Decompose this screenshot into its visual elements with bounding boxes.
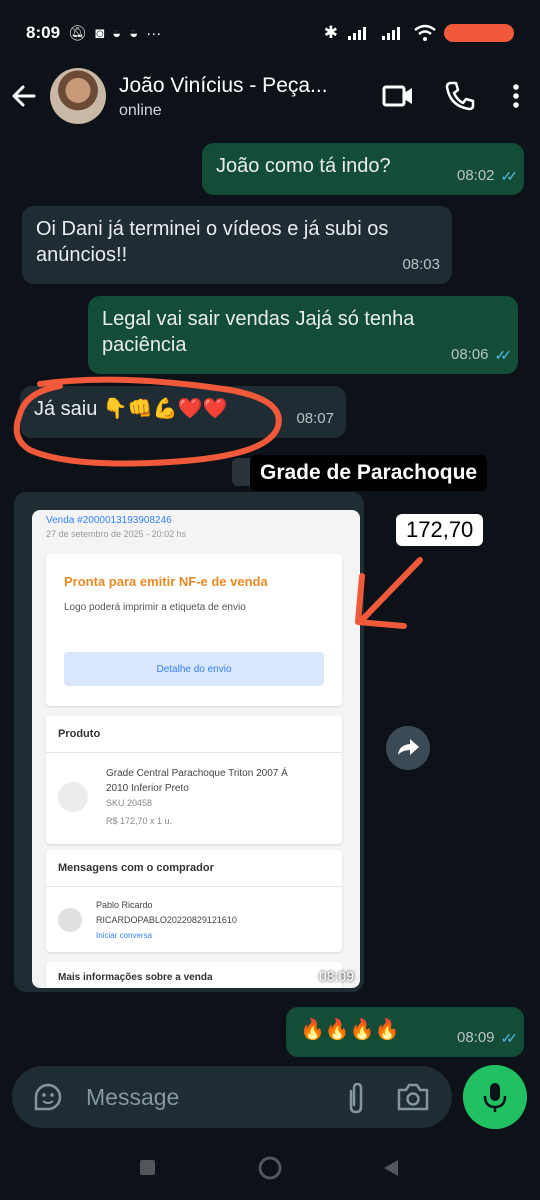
attachment-icon[interactable] — [344, 1081, 368, 1115]
sale-receipt-image: Venda #2000013193908246 27 de setembro d… — [32, 510, 360, 988]
grade-annotation-label: Grade de Parachoque — [250, 455, 488, 491]
more-notifications-icon: ··· — [146, 24, 162, 42]
app-notification-icon: ◙ — [95, 24, 105, 42]
price-annotation-label: 172,70 — [396, 514, 484, 546]
status-subtitle: Logo poderá imprimir a etiqueta de envio — [64, 602, 246, 613]
status-bar: 8:09 🔕︎ ◙ ◒ ◒ ··· ✱ — [0, 0, 540, 66]
back-nav-icon — [384, 1160, 398, 1176]
status-card: Pronta para emitir NF-e de venda Logo po… — [46, 554, 342, 706]
contact-name[interactable]: João Vinícius - Peça... — [119, 74, 328, 98]
message-time: 08:07 — [296, 410, 334, 427]
more-info-heading: Mais informações sobre a venda — [58, 972, 213, 983]
buyer-name: Pablo Ricardo — [96, 900, 153, 910]
image-message[interactable]: Venda #2000013193908246 27 de setembro d… — [14, 492, 364, 992]
contact-status: online — [119, 102, 162, 119]
message-text: Legal vai sair vendas Jajá só tenha paci… — [102, 308, 415, 356]
product-name: Grade Central Parachoque Triton 2007 Á 2… — [106, 766, 288, 829]
status-title: Pronta para emitir NF-e de venda — [64, 574, 268, 589]
message-meta: 08:07 — [296, 406, 334, 432]
message-bubble-incoming[interactable]: Oi Dani já terminei o vídeos e já subi o… — [22, 206, 452, 284]
message-meta: 08:03 — [402, 252, 440, 278]
message-list[interactable]: João como tá indo? 08:02 ✓✓ Oi Dani já te… — [0, 128, 540, 1060]
car-thumbnail-icon — [58, 782, 88, 812]
message-bubble-outgoing[interactable]: 🔥🔥🔥🔥 08:09 ✓✓ — [286, 1007, 524, 1057]
product-card: Produto Grade Central Parachoque Triton … — [46, 716, 342, 844]
divider — [46, 752, 342, 753]
message-meta: 08:09 ✓✓ — [456, 1025, 519, 1051]
message-bubble-incoming[interactable]: Já saiu 👇👊💪❤️❤️ 08:07 — [20, 386, 346, 438]
system-navigation-bar — [140, 1156, 398, 1180]
buyer-info: Pablo Ricardo RICARDOPABLO20220829121610… — [96, 898, 237, 943]
back-arrow-icon[interactable] — [8, 80, 40, 112]
message-time: 08:06 — [450, 346, 489, 363]
camera-icon[interactable] — [396, 1082, 430, 1112]
more-options-icon[interactable] — [506, 78, 526, 114]
messages-heading: Mensagens com o comprador — [58, 862, 214, 874]
product-sku: SKU 20458 — [106, 798, 153, 808]
app-notification-icon: ◒ — [112, 24, 122, 42]
home-icon — [258, 1156, 282, 1180]
signal-icon — [348, 27, 366, 40]
message-time: 08:02 — [456, 167, 495, 184]
voice-call-icon[interactable] — [442, 78, 478, 114]
message-bubble-outgoing[interactable]: João como tá indo? 08:02 ✓✓ — [202, 143, 524, 195]
message-time: 08:09 — [318, 968, 354, 984]
status-time: 8:09 — [26, 23, 61, 42]
message-text: 🔥🔥🔥🔥 — [300, 1019, 400, 1041]
message-text: João como tá indo? — [216, 155, 391, 177]
recents-icon — [140, 1160, 155, 1175]
start-chat-link: Iniciar conversa — [96, 931, 153, 940]
message-time: 08:03 — [402, 256, 440, 273]
sticker-icon[interactable] — [32, 1081, 64, 1113]
divider — [46, 886, 342, 887]
order-number: Venda #2000013193908246 — [46, 515, 172, 526]
wifi-icon — [414, 24, 436, 41]
mute-notifications-icon: 🔕︎ — [68, 25, 88, 42]
product-name-line: 2010 Inferior Preto — [106, 783, 189, 794]
product-price: R$ 172,70 x 1 u. — [106, 816, 173, 826]
chat-header: João Vinícius - Peça... online — [0, 66, 540, 128]
buyer-username: RICARDOPABLO20220829121610 — [96, 915, 237, 925]
more-info-card: Mais informações sobre a venda — [46, 962, 342, 988]
video-call-icon[interactable] — [380, 78, 416, 114]
signal-icon — [382, 27, 400, 40]
message-bubble-outgoing[interactable]: Legal vai sair vendas Jajá só tenha paci… — [88, 296, 518, 374]
message-text: Oi Dani já terminei o vídeos e já subi o… — [36, 218, 389, 266]
message-meta: 08:06 ✓✓ — [450, 342, 513, 368]
read-receipt-icon: ✓✓ — [494, 347, 513, 363]
read-receipt-icon: ✓✓ — [500, 1030, 519, 1046]
app-notification-icon: ◒ — [129, 24, 139, 42]
message-composer: Message — [12, 1066, 452, 1128]
forward-icon[interactable] — [386, 726, 430, 770]
order-date: 27 de setembro de 2025 - 20:02 hs — [46, 529, 187, 539]
read-receipt-icon: ✓✓ — [500, 168, 519, 184]
product-name-line: Grade Central Parachoque Triton 2007 Á — [106, 768, 288, 779]
buyer-avatar — [58, 908, 82, 932]
shipping-detail-button: Detalhe do envio — [64, 652, 324, 686]
buyer-messages-card: Mensagens com o comprador Pablo Ricardo … — [46, 850, 342, 952]
message-time: 08:09 — [456, 1029, 495, 1046]
redaction-mark — [444, 24, 514, 42]
message-meta: 08:02 ✓✓ — [456, 163, 519, 189]
message-input[interactable]: Message — [86, 1084, 179, 1111]
product-heading: Produto — [58, 728, 101, 740]
contact-avatar[interactable] — [50, 68, 106, 124]
microphone-icon[interactable] — [463, 1065, 527, 1129]
message-text: Já saiu 👇👊💪❤️❤️ — [34, 398, 228, 420]
bluetooth-icon: ✱ — [323, 23, 338, 42]
